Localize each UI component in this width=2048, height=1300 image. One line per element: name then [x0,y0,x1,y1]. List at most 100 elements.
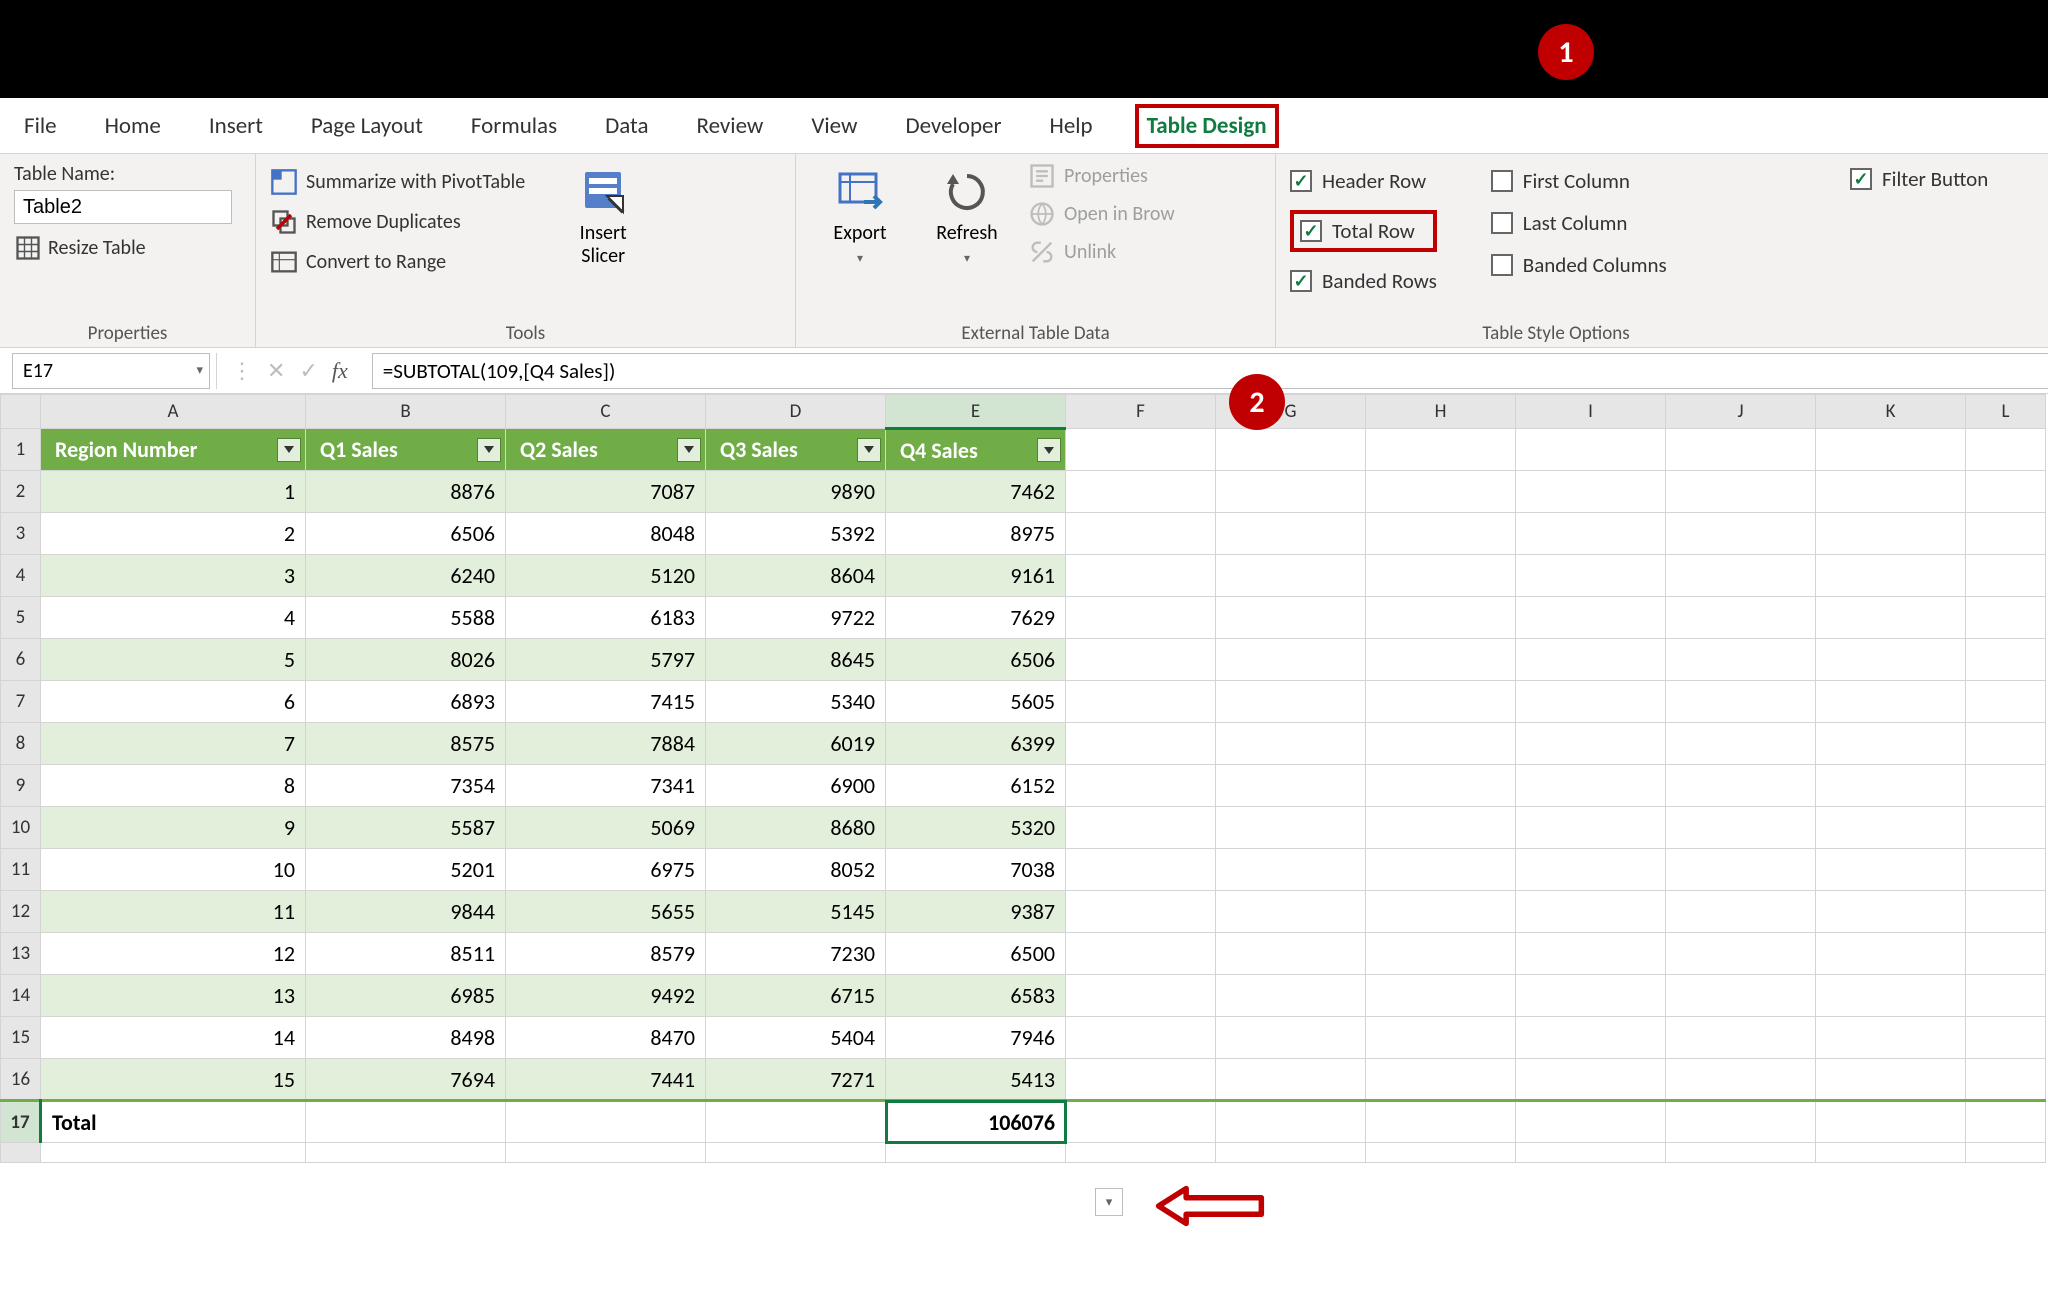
row-header-1[interactable]: 1 [1,429,41,471]
empty-cell[interactable] [1066,765,1216,807]
row-header-6[interactable]: 6 [1,639,41,681]
empty-cell[interactable] [1066,639,1216,681]
empty-cell[interactable] [1366,513,1516,555]
empty-cell[interactable] [1366,597,1516,639]
table-header-2[interactable]: Q2 Sales [506,429,706,471]
total-empty-cell[interactable] [306,1101,506,1143]
empty-cell[interactable] [1816,429,1966,471]
insert-slicer-button[interactable]: InsertSlicer [553,162,653,318]
empty-cell[interactable] [1216,597,1366,639]
empty-cell[interactable] [1066,807,1216,849]
empty-cell[interactable] [1366,429,1516,471]
data-cell[interactable]: 8579 [506,933,706,975]
empty-cell[interactable] [1816,891,1966,933]
data-cell[interactable]: 6715 [706,975,886,1017]
data-cell[interactable]: 10 [41,849,306,891]
empty-cell[interactable] [1066,849,1216,891]
total-row-checkbox[interactable]: Total Row [1290,210,1437,252]
empty-cell[interactable] [1066,723,1216,765]
empty-cell[interactable] [1966,597,2046,639]
data-cell[interactable]: 5392 [706,513,886,555]
filter-dropdown-icon[interactable] [1037,438,1061,462]
data-cell[interactable]: 6240 [306,555,506,597]
empty-cell[interactable] [1966,975,2046,1017]
export-button[interactable]: Export▾ [810,162,910,318]
empty-cell[interactable] [1666,639,1816,681]
data-cell[interactable]: 6985 [306,975,506,1017]
empty-cell[interactable] [1816,849,1966,891]
empty-cell[interactable] [1816,975,1966,1017]
row-header-14[interactable]: 14 [1,975,41,1017]
filter-button-checkbox[interactable]: Filter Button [1850,166,2034,192]
empty-cell[interactable] [1666,723,1816,765]
empty-cell[interactable] [1066,681,1216,723]
total-value-cell[interactable]: 106076 [886,1101,1066,1143]
empty-cell[interactable] [1516,555,1666,597]
table-header-3[interactable]: Q3 Sales [706,429,886,471]
empty-cell[interactable] [1516,933,1666,975]
data-cell[interactable]: 12 [41,933,306,975]
convert-range-button[interactable]: Convert to Range [270,248,525,276]
remove-duplicates-button[interactable]: Remove Duplicates [270,208,525,236]
empty-cell[interactable] [1066,933,1216,975]
empty-cell[interactable] [886,1143,1066,1163]
tab-insert[interactable]: Insert [203,106,269,146]
col-header-C[interactable]: C [506,395,706,429]
empty-cell[interactable] [1666,807,1816,849]
data-cell[interactable]: 8 [41,765,306,807]
col-header-J[interactable]: J [1666,395,1816,429]
select-all-corner[interactable] [1,395,41,429]
data-cell[interactable]: 7946 [886,1017,1066,1059]
col-header-K[interactable]: K [1816,395,1966,429]
row-header-9[interactable]: 9 [1,765,41,807]
empty-cell[interactable] [1216,891,1366,933]
data-cell[interactable]: 7884 [506,723,706,765]
data-cell[interactable]: 9 [41,807,306,849]
empty-cell[interactable] [1666,1101,1816,1143]
data-cell[interactable]: 5605 [886,681,1066,723]
data-cell[interactable]: 15 [41,1059,306,1101]
empty-cell[interactable] [1216,723,1366,765]
empty-cell[interactable] [1516,1143,1666,1163]
empty-cell[interactable] [1516,1017,1666,1059]
empty-cell[interactable] [1516,765,1666,807]
empty-cell[interactable] [1516,891,1666,933]
data-cell[interactable]: 6583 [886,975,1066,1017]
empty-cell[interactable] [1966,849,2046,891]
empty-cell[interactable] [1516,1101,1666,1143]
fx-icon[interactable]: fx [332,358,358,384]
empty-cell[interactable] [1666,1017,1816,1059]
data-cell[interactable]: 6183 [506,597,706,639]
empty-cell[interactable] [1516,723,1666,765]
empty-cell[interactable] [1066,1017,1216,1059]
data-cell[interactable]: 8052 [706,849,886,891]
row-header-12[interactable]: 12 [1,891,41,933]
tab-file[interactable]: File [18,106,63,146]
empty-cell[interactable] [1966,555,2046,597]
data-cell[interactable]: 5655 [506,891,706,933]
empty-cell[interactable] [506,1143,706,1163]
row-header-15[interactable]: 15 [1,1017,41,1059]
empty-cell[interactable] [1666,681,1816,723]
data-cell[interactable]: 6399 [886,723,1066,765]
empty-cell[interactable] [1966,513,2046,555]
data-cell[interactable]: 13 [41,975,306,1017]
total-empty-cell[interactable] [706,1101,886,1143]
col-header-D[interactable]: D [706,395,886,429]
data-cell[interactable]: 9844 [306,891,506,933]
empty-cell[interactable] [1366,723,1516,765]
empty-cell[interactable] [1966,429,2046,471]
col-header-I[interactable]: I [1516,395,1666,429]
filter-dropdown-icon[interactable] [277,438,301,462]
empty-cell[interactable] [1216,471,1366,513]
table-header-1[interactable]: Q1 Sales [306,429,506,471]
empty-cell[interactable] [1966,723,2046,765]
empty-cell[interactable] [1066,1101,1216,1143]
data-cell[interactable]: 3 [41,555,306,597]
data-cell[interactable]: 7271 [706,1059,886,1101]
empty-cell[interactable] [1816,1143,1966,1163]
empty-cell[interactable] [706,1143,886,1163]
formula-input[interactable]: =SUBTOTAL(109,[Q4 Sales]) [372,353,2048,389]
data-cell[interactable]: 8604 [706,555,886,597]
empty-cell[interactable] [1066,597,1216,639]
